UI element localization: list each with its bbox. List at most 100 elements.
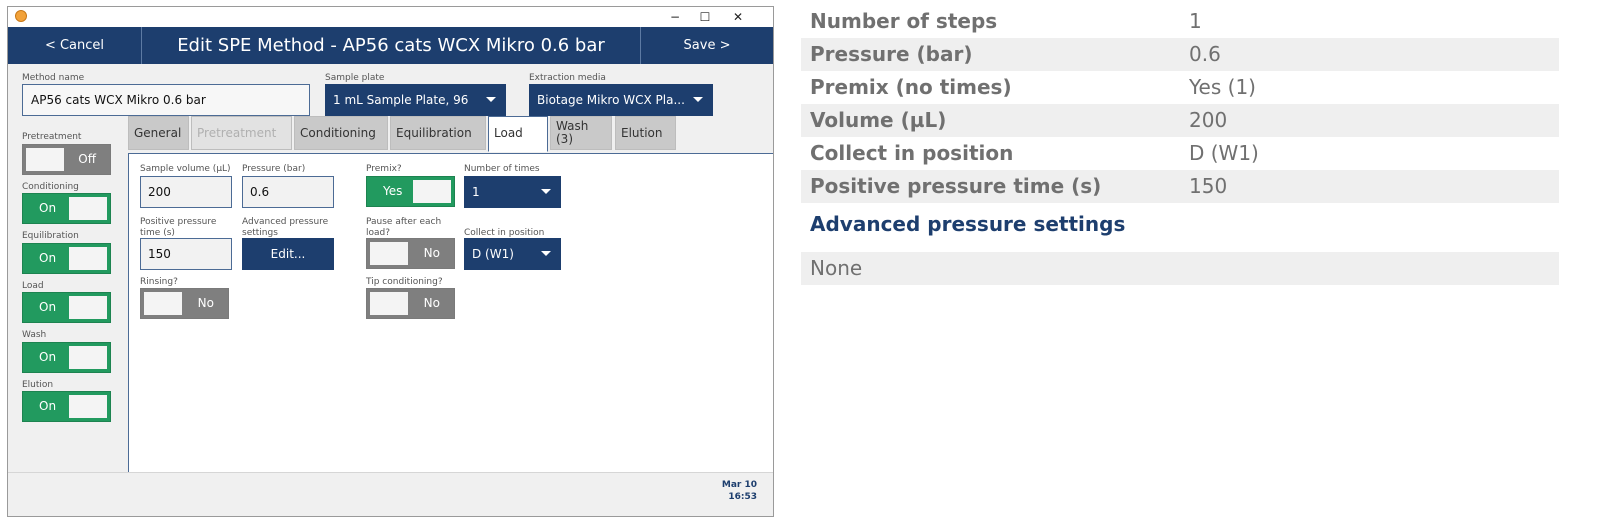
- cancel-button[interactable]: < Cancel: [8, 27, 142, 64]
- app-window: − ☐ ✕ < Cancel Edit SPE Method - AP56 ca…: [7, 6, 774, 517]
- extraction-media-value: Biotage Mikro WCX Pla...: [537, 93, 685, 107]
- load-panel: Sample volume (µL) 200 Pressure (bar) 0.…: [128, 153, 773, 472]
- toggle-state: No: [423, 296, 440, 310]
- summary-key: Collect in position: [810, 141, 1014, 165]
- status-footer: Mar 10 16:53: [8, 472, 773, 516]
- positive-pressure-time-label: Positive pressure time (s): [140, 217, 217, 238]
- pretreatment-toggle[interactable]: Off: [22, 144, 111, 175]
- minimize-button[interactable]: −: [660, 8, 690, 26]
- rinsing-label: Rinsing?: [140, 277, 178, 287]
- premix-label: Premix?: [366, 164, 402, 174]
- advanced-pressure-row: None: [801, 252, 1559, 285]
- tab-conditioning[interactable]: Conditioning: [294, 116, 388, 150]
- method-name-label: Method name: [22, 73, 85, 83]
- close-button[interactable]: ✕: [723, 8, 753, 26]
- summary-key: Pressure (bar): [810, 42, 973, 66]
- sample-volume-input[interactable]: 200: [140, 176, 232, 208]
- rinsing-toggle[interactable]: No: [140, 288, 229, 319]
- clock-date: Mar 10: [721, 480, 757, 490]
- toggle-state: No: [423, 246, 440, 260]
- advanced-pressure-value: None: [810, 256, 863, 280]
- conditioning-toggle[interactable]: On: [22, 193, 111, 224]
- pressure-input[interactable]: 0.6: [242, 176, 334, 208]
- toggle-state: Yes: [383, 184, 403, 198]
- pause-after-load-label: Pause after each load?: [366, 217, 442, 238]
- tab-elution[interactable]: Elution: [615, 116, 676, 150]
- toggle-knob: [69, 346, 107, 369]
- advanced-pressure-edit-button[interactable]: Edit...: [242, 238, 334, 270]
- toggle-knob: [69, 395, 107, 418]
- step-label-conditioning: Conditioning: [22, 182, 79, 192]
- method-name-input[interactable]: AP56 cats WCX Mikro 0.6 bar: [22, 84, 310, 116]
- number-of-times-value: 1: [472, 185, 480, 199]
- premix-toggle[interactable]: Yes: [366, 176, 455, 207]
- tab-general[interactable]: General: [128, 116, 189, 150]
- positive-pressure-time-input[interactable]: 150: [140, 238, 232, 270]
- step-label-elution: Elution: [22, 380, 54, 390]
- advanced-pressure-label: Advanced pressure settings: [242, 217, 329, 238]
- summary-row: Collect in position D (W1): [801, 137, 1559, 170]
- step-label-load: Load: [22, 281, 44, 291]
- summary-value: Yes (1): [1189, 75, 1256, 99]
- summary-value: 200: [1189, 108, 1228, 132]
- clock: Mar 10 16:53: [722, 479, 757, 503]
- summary-row: Positive pressure time (s) 150: [801, 170, 1559, 203]
- sample-volume-label: Sample volume (µL): [140, 164, 231, 174]
- wash-toggle[interactable]: On: [22, 342, 111, 373]
- advanced-pressure-heading: Advanced pressure settings: [810, 212, 1126, 236]
- load-toggle[interactable]: On: [22, 292, 111, 323]
- toggle-knob: [69, 247, 107, 270]
- pause-after-load-toggle[interactable]: No: [366, 238, 455, 269]
- collect-position-value: D (W1): [472, 247, 514, 261]
- toggle-state: On: [39, 300, 57, 314]
- summary-row: Premix (no times) Yes (1): [801, 71, 1559, 104]
- clock-time: 16:53: [728, 492, 757, 502]
- toggle-state: Off: [78, 152, 96, 166]
- page-title: Edit SPE Method - AP56 cats WCX Mikro 0.…: [177, 35, 605, 56]
- summary-row: Pressure (bar) 0.6: [801, 38, 1559, 71]
- chevron-down-icon: [541, 189, 551, 194]
- summary-value: D (W1): [1189, 141, 1259, 165]
- save-button[interactable]: Save >: [640, 27, 773, 64]
- summary-key: Number of steps: [810, 9, 998, 33]
- summary-key: Premix (no times): [810, 75, 1012, 99]
- tab-pretreatment: Pretreatment: [191, 116, 292, 150]
- collect-position-select[interactable]: D (W1): [464, 238, 561, 270]
- tip-conditioning-toggle[interactable]: No: [366, 288, 455, 319]
- chevron-down-icon: [486, 97, 496, 102]
- toggle-state: On: [39, 350, 57, 364]
- tab-equilibration[interactable]: Equilibration: [390, 116, 486, 150]
- toggle-state: On: [39, 399, 57, 413]
- sample-plate-label: Sample plate: [325, 73, 385, 83]
- extraction-media-label: Extraction media: [529, 73, 606, 83]
- toggle-knob: [144, 292, 182, 315]
- toggle-knob: [370, 292, 408, 315]
- summary-row: Number of steps 1: [801, 5, 1559, 38]
- summary-value: 1: [1189, 9, 1202, 33]
- sample-plate-select[interactable]: 1 mL Sample Plate, 96: [325, 84, 506, 116]
- tab-wash[interactable]: Wash (3): [550, 116, 612, 150]
- summary-value: 0.6: [1189, 42, 1221, 66]
- header-bar: < Cancel Edit SPE Method - AP56 cats WCX…: [8, 27, 773, 64]
- toggle-knob: [69, 197, 107, 220]
- maximize-button[interactable]: ☐: [690, 8, 720, 26]
- toggle-knob: [413, 180, 451, 203]
- toggle-knob: [370, 242, 408, 265]
- equilibration-toggle[interactable]: On: [22, 243, 111, 274]
- tab-load[interactable]: Load: [488, 116, 548, 152]
- summary-key: Volume (µL): [810, 108, 947, 132]
- step-label-equilibration: Equilibration: [22, 231, 79, 241]
- extraction-media-select[interactable]: Biotage Mikro WCX Pla...: [529, 84, 713, 116]
- pressure-label: Pressure (bar): [242, 164, 306, 174]
- chevron-down-icon: [541, 251, 551, 256]
- chevron-down-icon: [693, 97, 703, 102]
- sample-plate-value: 1 mL Sample Plate, 96: [333, 93, 469, 107]
- number-of-times-select[interactable]: 1: [464, 176, 561, 208]
- main-body: Method name AP56 cats WCX Mikro 0.6 bar …: [8, 64, 773, 472]
- summary-key: Positive pressure time (s): [810, 174, 1102, 198]
- toggle-knob: [69, 296, 107, 319]
- elution-toggle[interactable]: On: [22, 391, 111, 422]
- step-label-pretreatment: Pretreatment: [22, 132, 82, 142]
- toggle-state: On: [39, 201, 57, 215]
- window-titlebar: − ☐ ✕: [8, 7, 773, 27]
